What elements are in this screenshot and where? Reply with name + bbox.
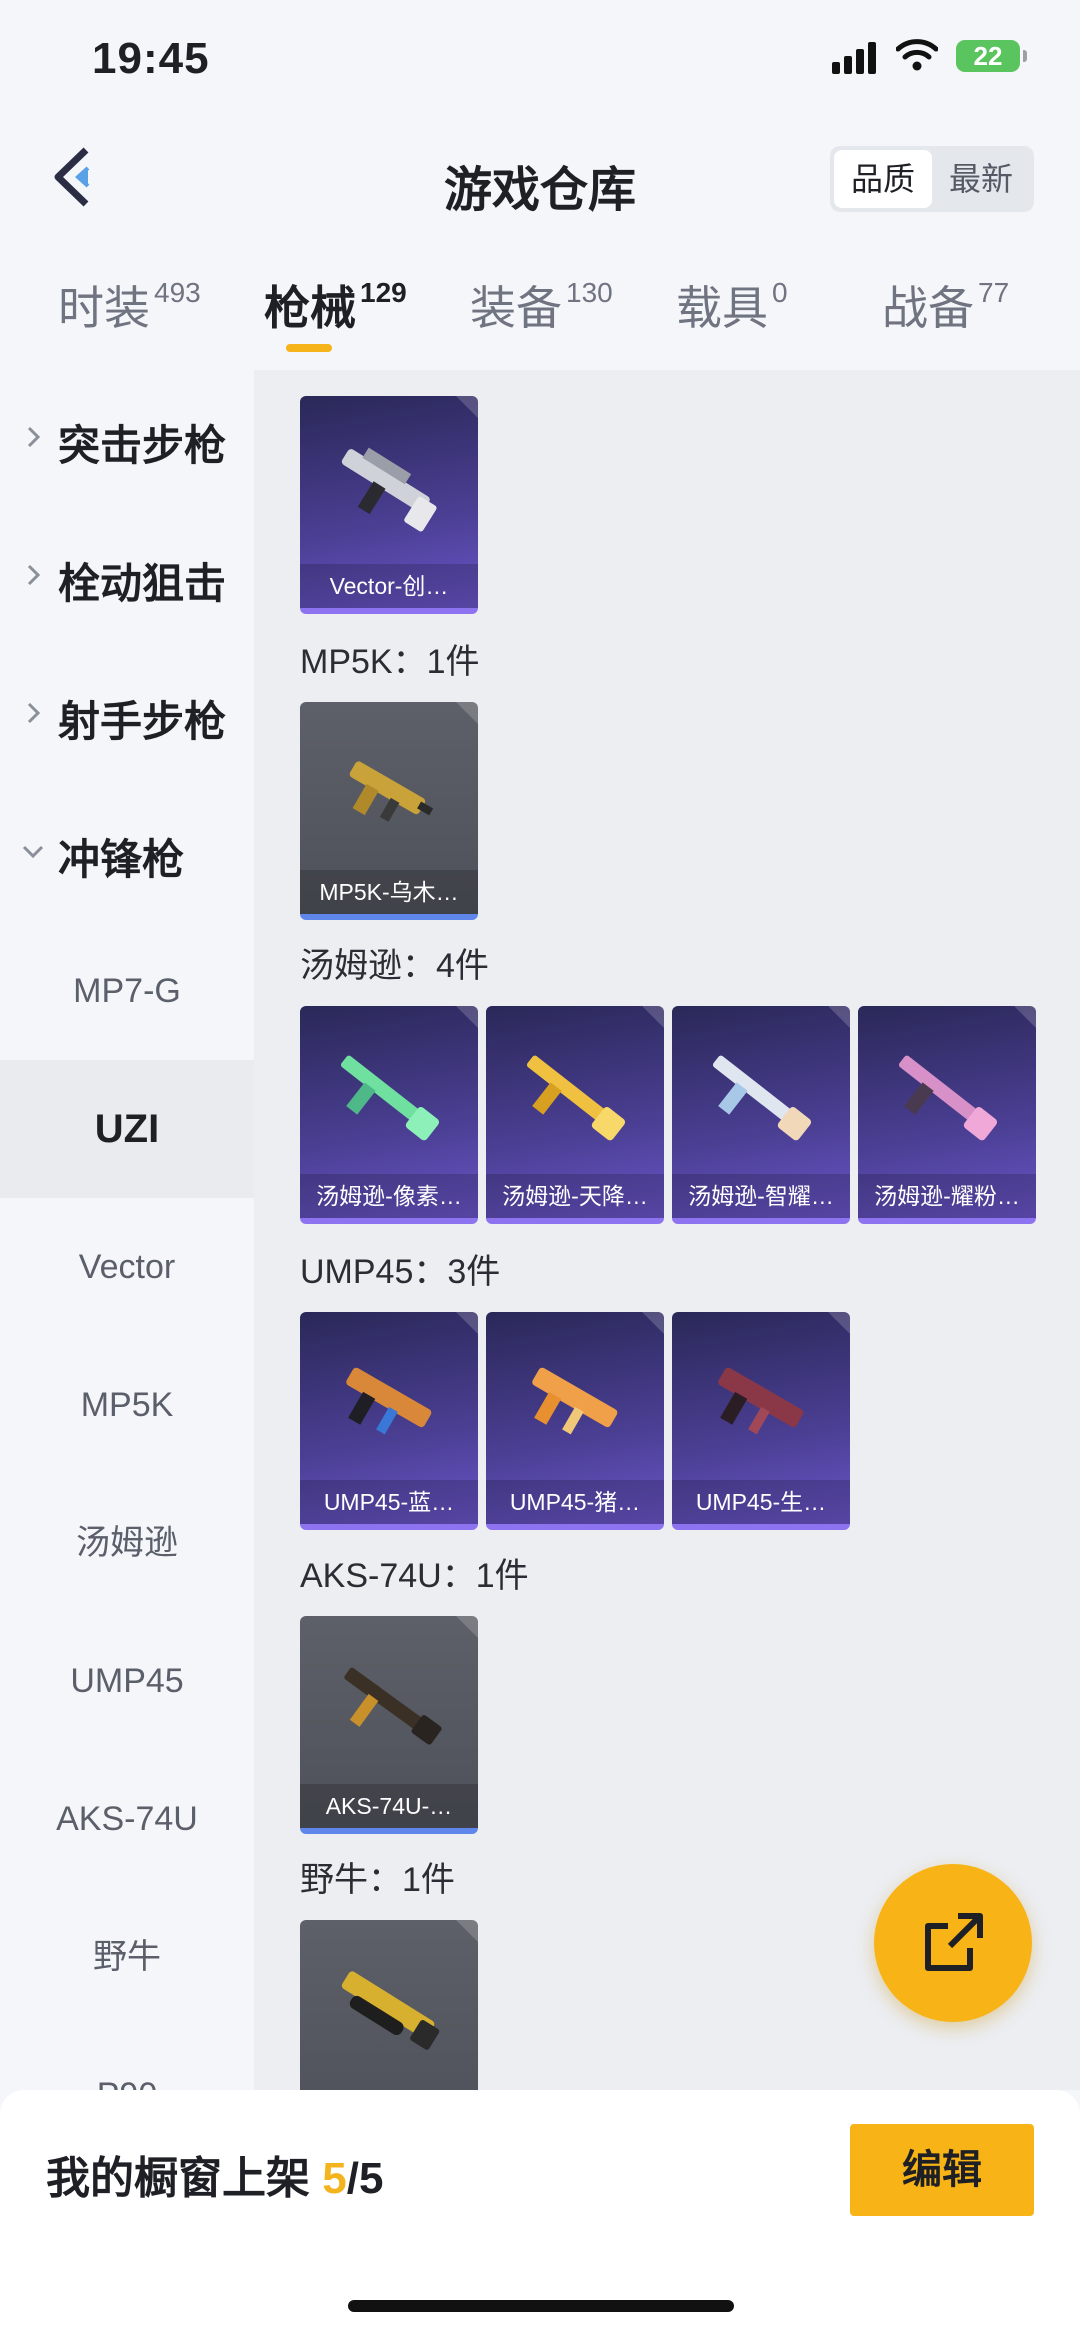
weapon-card-name: AKS-74U-… (300, 1784, 478, 1828)
weapon-card-name: MP5K-乌木… (300, 870, 478, 914)
mp5k-gun-icon (349, 761, 434, 822)
share-icon (925, 1913, 983, 1971)
weapon-card-name: 汤姆逊-像素… (300, 1174, 478, 1218)
home-indicator (348, 2300, 734, 2312)
sidebar-category-label: 栓动狙击 (58, 560, 227, 607)
sidebar-category-label: 突击步枪 (58, 422, 227, 469)
group-title-bizon: 野牛：1件 (300, 1861, 455, 1899)
sidebar-category-bolt-sniper[interactable]: 栓动狙击 (0, 508, 254, 646)
weapon-card[interactable]: UMP45-蓝… (300, 1312, 478, 1530)
weapon-card-name: 汤姆逊-耀粉… (858, 1174, 1036, 1218)
sidebar-item-mp7g[interactable]: MP7-G (0, 922, 254, 1060)
ump45-gun-icon (346, 1367, 432, 1435)
chevron-right-icon (27, 564, 41, 586)
sidebar-category-marksman-rifles[interactable]: 射手步枪 (0, 646, 254, 784)
sidebar-item-uzi[interactable]: UZI (0, 1060, 254, 1198)
weapon-card[interactable]: 汤姆逊-天降… (486, 1006, 664, 1224)
showcase-count: 我的橱窗上架 5/5 (46, 2154, 384, 2203)
sidebar-item-p90[interactable]: P90 (0, 2026, 254, 2090)
tab-equipment[interactable]: 装备 130 (470, 272, 613, 338)
sidebar-item-bizon[interactable]: 野牛 (0, 1888, 254, 2026)
tab-vehicles[interactable]: 载具 0 (676, 272, 788, 338)
weapon-card-name: 汤姆逊-天降… (486, 1174, 664, 1218)
weapon-card[interactable]: MP5K-乌木… (300, 702, 478, 920)
tab-guns[interactable]: 枪械 129 (264, 272, 407, 338)
weapon-card[interactable]: UMP45-生… (672, 1312, 850, 1530)
weapon-card-name: UMP45-蓝… (300, 1480, 478, 1524)
vector-gun-icon (341, 447, 437, 532)
aks74u-gun-icon (344, 1667, 442, 1745)
group-title-thompson: 汤姆逊：4件 (300, 947, 489, 985)
wifi-icon (896, 39, 938, 71)
weapon-card[interactable] (300, 1920, 478, 2090)
weapon-card[interactable]: 汤姆逊-智耀… (672, 1006, 850, 1224)
weapon-card[interactable]: 汤姆逊-耀粉… (858, 1006, 1036, 1224)
weapon-card-name: UMP45-猪… (486, 1480, 664, 1524)
weapon-card-name: 汤姆逊-智耀… (672, 1174, 850, 1218)
signal-icon (832, 42, 878, 74)
navigation-bar: 游戏仓库 品质 最新 (0, 130, 1080, 230)
weapon-card-name: Vector-创… (300, 564, 478, 608)
tab-outfits[interactable]: 时装 493 (58, 272, 201, 338)
active-tab-indicator (286, 344, 332, 352)
status-bar: 19:45 22 (0, 0, 1080, 120)
sidebar-category-assault-rifles[interactable]: 突击步枪 (0, 370, 254, 508)
edit-button[interactable]: 编辑 (850, 2124, 1034, 2216)
ump45-gun-icon (532, 1367, 618, 1435)
sidebar-category-smg[interactable]: 冲锋枪 (0, 784, 254, 922)
sidebar-item-ump45[interactable]: UMP45 (0, 1612, 254, 1750)
tab-gear[interactable]: 战备 77 (882, 272, 1009, 338)
sidebar-category-label: 冲锋枪 (58, 836, 185, 883)
sort-by-quality-button[interactable]: 品质 (834, 150, 932, 208)
sort-by-newest-button[interactable]: 最新 (932, 150, 1030, 208)
chevron-down-icon (22, 845, 44, 859)
sidebar-item-mp5k[interactable]: MP5K (0, 1336, 254, 1474)
sidebar-item-thompson[interactable]: 汤姆逊 (0, 1474, 254, 1612)
status-time: 19:45 (92, 34, 210, 83)
group-title-ump45: UMP45：3件 (300, 1253, 501, 1291)
thompson-gun-icon (712, 1055, 812, 1141)
bizon-gun-icon (341, 1971, 440, 2050)
thompson-gun-icon (526, 1055, 626, 1141)
weapon-card[interactable]: UMP45-猪… (486, 1312, 664, 1530)
group-title-mp5k: MP5K：1件 (300, 643, 480, 681)
share-button[interactable] (874, 1864, 1032, 2022)
category-tabs: 时装 493 枪械 129 装备 130 载具 0 战备 77 (0, 262, 1080, 362)
ump45-gun-icon (718, 1367, 804, 1435)
sidebar-item-aks74u[interactable]: AKS-74U (0, 1750, 254, 1888)
weapon-card[interactable]: Vector-创… (300, 396, 478, 614)
sidebar-category-label: 射手步枪 (58, 698, 227, 745)
weapon-grid: Vector-创… MP5K：1件 MP5K-乌木… 汤姆逊：4件 汤姆逊-像素… (254, 370, 1080, 2090)
group-title-aks74u: AKS-74U：1件 (300, 1557, 529, 1595)
sidebar-item-vector[interactable]: Vector (0, 1198, 254, 1336)
battery-icon: 22 (956, 40, 1027, 72)
thompson-gun-icon (898, 1055, 998, 1141)
weapon-type-sidebar: 突击步枪 栓动狙击 射手步枪 冲锋枪 MP7-G UZI Vector MP5K… (0, 370, 254, 2090)
sort-toggle[interactable]: 品质 最新 (830, 146, 1034, 212)
weapon-card[interactable]: 汤姆逊-像素… (300, 1006, 478, 1224)
weapon-card-name: UMP45-生… (672, 1480, 850, 1524)
weapon-card[interactable]: AKS-74U-… (300, 1616, 478, 1834)
chevron-right-icon (27, 426, 41, 448)
chevron-right-icon (27, 702, 41, 724)
thompson-gun-icon (340, 1055, 440, 1141)
